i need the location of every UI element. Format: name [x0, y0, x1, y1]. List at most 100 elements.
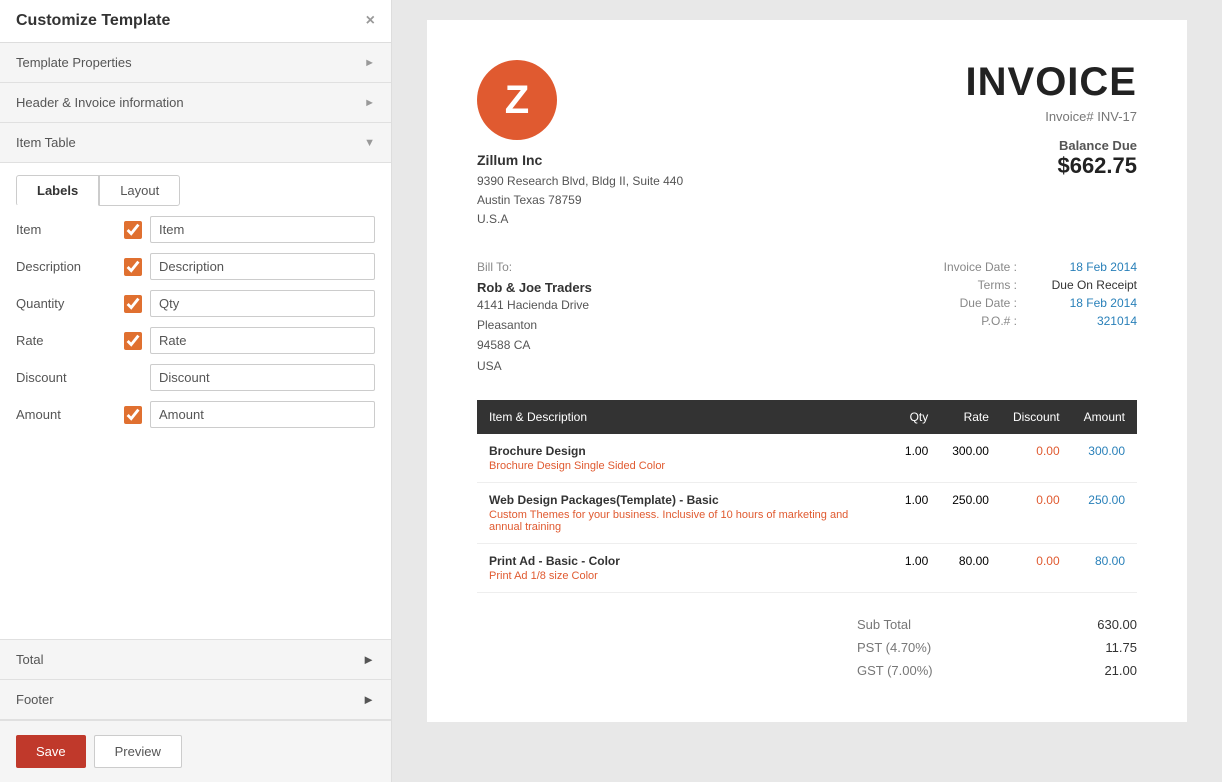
detail-key-duedate: Due Date :: [960, 296, 1017, 310]
table-row: Print Ad - Basic - Color Print Ad 1/8 si…: [477, 544, 1137, 593]
total-label: Total: [16, 652, 43, 667]
row3-discount: 0.00: [1001, 544, 1072, 593]
invoice-table-body: Brochure Design Brochure Design Single S…: [477, 434, 1137, 593]
preview-button[interactable]: Preview: [94, 735, 182, 768]
total-arrow: ►: [362, 652, 375, 667]
invoice-meta: Bill To: Rob & Joe Traders 4141 Hacienda…: [477, 260, 1137, 377]
save-button[interactable]: Save: [16, 735, 86, 768]
row2-item: Web Design Packages(Template) - Basic Cu…: [477, 483, 893, 544]
field-checkbox-description[interactable]: [124, 258, 142, 276]
item-table-header[interactable]: Item Table ▼: [0, 123, 391, 163]
detail-row-po: P.O.# : 321014: [944, 314, 1137, 328]
header-invoice-arrow: ►: [364, 97, 375, 109]
invoice-number: Invoice# INV-17: [966, 109, 1137, 124]
field-label-item: Item: [16, 222, 116, 237]
field-checkbox-amount[interactable]: [124, 406, 142, 424]
invoice-details: Invoice Date : 18 Feb 2014 Terms : Due O…: [944, 260, 1137, 377]
field-label-description: Description: [16, 259, 116, 274]
action-buttons: Save Preview: [0, 720, 391, 782]
bill-to-label: Bill To:: [477, 260, 592, 274]
bottom-section: Total ► Footer ► Save Preview: [0, 640, 391, 782]
total-key-subtotal: Sub Total: [857, 617, 911, 632]
col-header-discount: Discount: [1001, 400, 1072, 434]
col-header-amount: Amount: [1072, 400, 1137, 434]
row3-rate: 80.00: [940, 544, 1001, 593]
field-checkbox-quantity[interactable]: [124, 295, 142, 313]
item-table-section: Item Table ▼ Labels Layout Item Descript…: [0, 123, 391, 640]
panel-title: Customize Template ×: [0, 0, 391, 43]
client-address-3: 94588 CA: [477, 335, 592, 355]
total-row-pst: PST (4.70%) 11.75: [857, 636, 1137, 659]
field-row-item: Item: [16, 216, 375, 243]
field-input-amount[interactable]: [150, 401, 375, 428]
balance-due-label: Balance Due: [966, 138, 1137, 153]
detail-value-duedate: 18 Feb 2014: [1037, 296, 1137, 310]
field-label-discount: Discount: [16, 370, 116, 385]
tab-labels[interactable]: Labels: [16, 175, 99, 206]
field-input-description[interactable]: [150, 253, 375, 280]
field-row-amount: Amount: [16, 401, 375, 428]
field-input-quantity[interactable]: [150, 290, 375, 317]
invoice-preview-panel: Z Zillum Inc 9390 Research Blvd, Bldg II…: [392, 0, 1222, 782]
invoice-table: Item & Description Qty Rate Discount Amo…: [477, 400, 1137, 593]
row1-amount: 300.00: [1072, 434, 1137, 483]
total-value-gst: 21.00: [1104, 663, 1137, 678]
field-checkbox-item[interactable]: [124, 221, 142, 239]
detail-row-duedate: Due Date : 18 Feb 2014: [944, 296, 1137, 310]
header-invoice-section[interactable]: Header & Invoice information ►: [0, 83, 391, 123]
field-label-amount: Amount: [16, 407, 116, 422]
tab-layout[interactable]: Layout: [99, 175, 180, 206]
logo-letter: Z: [505, 78, 529, 123]
close-icon[interactable]: ×: [366, 12, 375, 30]
field-input-rate[interactable]: [150, 327, 375, 354]
client-name: Rob & Joe Traders: [477, 280, 592, 295]
company-address: 9390 Research Blvd, Bldg II, Suite 440 A…: [477, 172, 683, 230]
item-table-arrow: ▼: [364, 137, 375, 149]
row1-item: Brochure Design Brochure Design Single S…: [477, 434, 893, 483]
bill-to-section: Bill To: Rob & Joe Traders 4141 Hacienda…: [477, 260, 592, 377]
row1-discount: 0.00: [1001, 434, 1072, 483]
balance-due-amount: $662.75: [966, 153, 1137, 179]
detail-key-date: Invoice Date :: [944, 260, 1017, 274]
row1-qty: 1.00: [893, 434, 940, 483]
field-row-rate: Rate: [16, 327, 375, 354]
company-section: Z Zillum Inc 9390 Research Blvd, Bldg II…: [477, 60, 683, 230]
field-checkbox-rate[interactable]: [124, 332, 142, 350]
invoice-top: Z Zillum Inc 9390 Research Blvd, Bldg II…: [477, 60, 1137, 230]
company-country: U.S.A: [477, 210, 683, 229]
field-rows: Item Description Quantity Rate: [0, 206, 391, 448]
tabs-container: Labels Layout: [0, 163, 391, 206]
footer-section[interactable]: Footer ►: [0, 680, 391, 720]
table-row: Web Design Packages(Template) - Basic Cu…: [477, 483, 1137, 544]
total-row-gst: GST (7.00%) 21.00: [857, 659, 1137, 682]
client-address-2: Pleasanton: [477, 315, 592, 335]
field-input-discount[interactable]: [150, 364, 375, 391]
row2-discount: 0.00: [1001, 483, 1072, 544]
field-row-description: Description: [16, 253, 375, 280]
row2-rate: 250.00: [940, 483, 1001, 544]
col-header-item: Item & Description: [477, 400, 893, 434]
field-label-rate: Rate: [16, 333, 116, 348]
total-key-gst: GST (7.00%): [857, 663, 933, 678]
left-panel: Customize Template × Template Properties…: [0, 0, 392, 782]
field-label-quantity: Quantity: [16, 296, 116, 311]
client-address-1: 4141 Hacienda Drive: [477, 295, 592, 315]
invoice-table-header-row: Item & Description Qty Rate Discount Amo…: [477, 400, 1137, 434]
item-table-label: Item Table: [16, 135, 76, 150]
field-input-item[interactable]: [150, 216, 375, 243]
company-logo: Z: [477, 60, 557, 140]
row3-amount: 80.00: [1072, 544, 1137, 593]
template-properties-section[interactable]: Template Properties ►: [0, 43, 391, 83]
total-key-pst: PST (4.70%): [857, 640, 931, 655]
invoice-table-head: Item & Description Qty Rate Discount Amo…: [477, 400, 1137, 434]
header-invoice-label: Header & Invoice information: [16, 95, 184, 110]
row2-amount: 250.00: [1072, 483, 1137, 544]
row3-item: Print Ad - Basic - Color Print Ad 1/8 si…: [477, 544, 893, 593]
company-name: Zillum Inc: [477, 152, 683, 168]
field-row-quantity: Quantity: [16, 290, 375, 317]
col-header-rate: Rate: [940, 400, 1001, 434]
total-section[interactable]: Total ►: [0, 640, 391, 680]
footer-label: Footer: [16, 692, 54, 707]
field-row-discount: Discount: [16, 364, 375, 391]
table-row: Brochure Design Brochure Design Single S…: [477, 434, 1137, 483]
